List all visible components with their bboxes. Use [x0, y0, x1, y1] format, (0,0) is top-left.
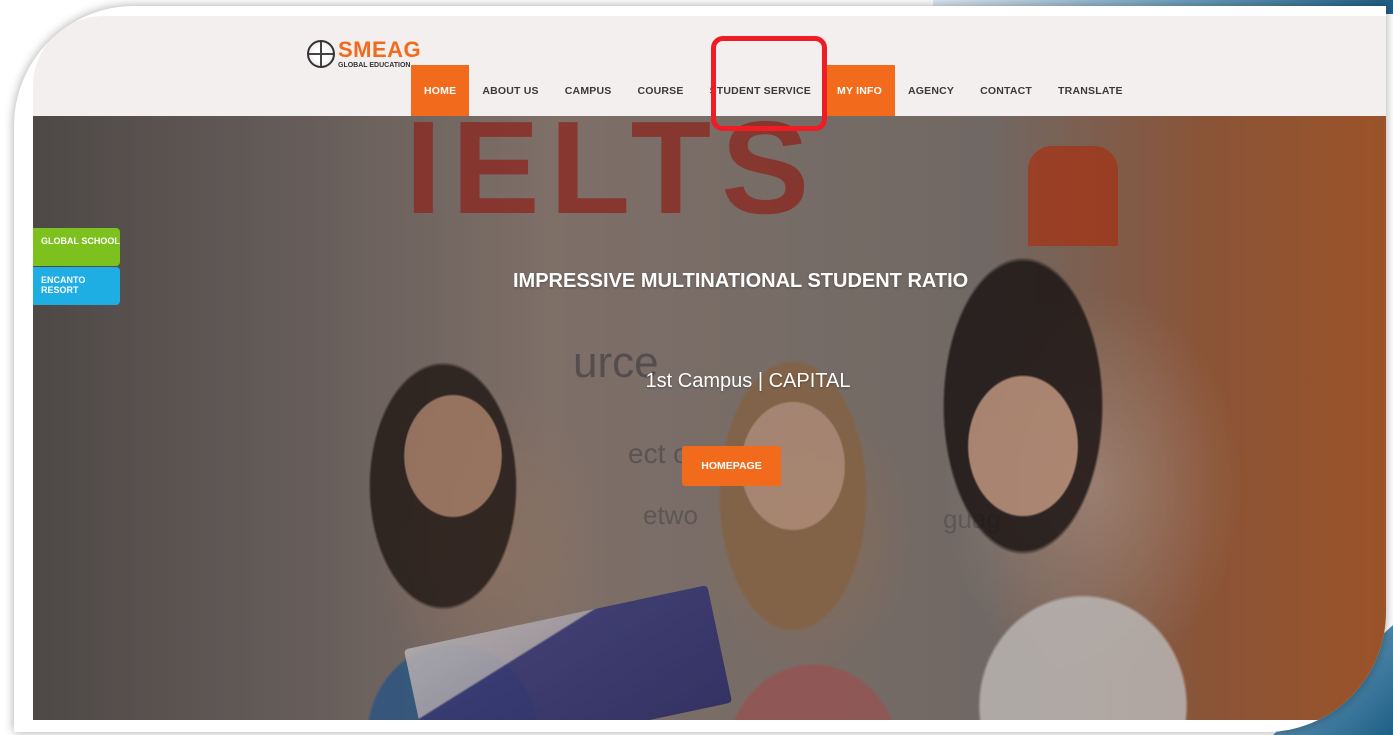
website: SMEAG GLOBAL EDUCATION HOME ABOUT US CAM…: [33, 16, 1386, 720]
nav-student-service[interactable]: STUDENT SERVICE: [697, 65, 824, 117]
nav-translate[interactable]: TRANSLATE: [1045, 65, 1136, 117]
main-nav: HOME ABOUT US CAMPUS COURSE STUDENT SERV…: [411, 65, 1136, 117]
hero-dark-overlay: [33, 116, 1386, 720]
nav-course[interactable]: COURSE: [624, 65, 696, 117]
global-school-tab[interactable]: GLOBAL SCHOOL: [33, 228, 120, 266]
site-logo[interactable]: SMEAG GLOBAL EDUCATION: [307, 39, 421, 69]
encanto-resort-tab[interactable]: ENCANTO RESORT: [33, 267, 120, 305]
homepage-button[interactable]: HOMEPAGE: [682, 446, 781, 486]
nav-about-us[interactable]: ABOUT US: [469, 65, 551, 117]
nav-campus[interactable]: CAMPUS: [552, 65, 625, 117]
logo-tagline: GLOBAL EDUCATION: [338, 62, 411, 69]
globe-icon: [307, 40, 335, 68]
hero-banner: IELTS urce ect o etwo guag IMPRESSIVE MU…: [33, 116, 1386, 720]
nav-home[interactable]: HOME: [411, 65, 470, 117]
hero-title: IMPRESSIVE MULTINATIONAL STUDENT RATIO: [513, 270, 969, 292]
nav-contact[interactable]: CONTACT: [967, 65, 1045, 117]
screenshot-frame: SMEAG GLOBAL EDUCATION HOME ABOUT US CAM…: [14, 6, 1386, 732]
logo-name: SMEAG: [338, 37, 422, 62]
nav-agency[interactable]: AGENCY: [895, 65, 967, 117]
nav-my-info[interactable]: MY INFO: [824, 65, 895, 117]
hero-subtitle: 1st Campus | CAPITAL: [645, 370, 851, 392]
site-header: SMEAG GLOBAL EDUCATION HOME ABOUT US CAM…: [33, 16, 1386, 117]
